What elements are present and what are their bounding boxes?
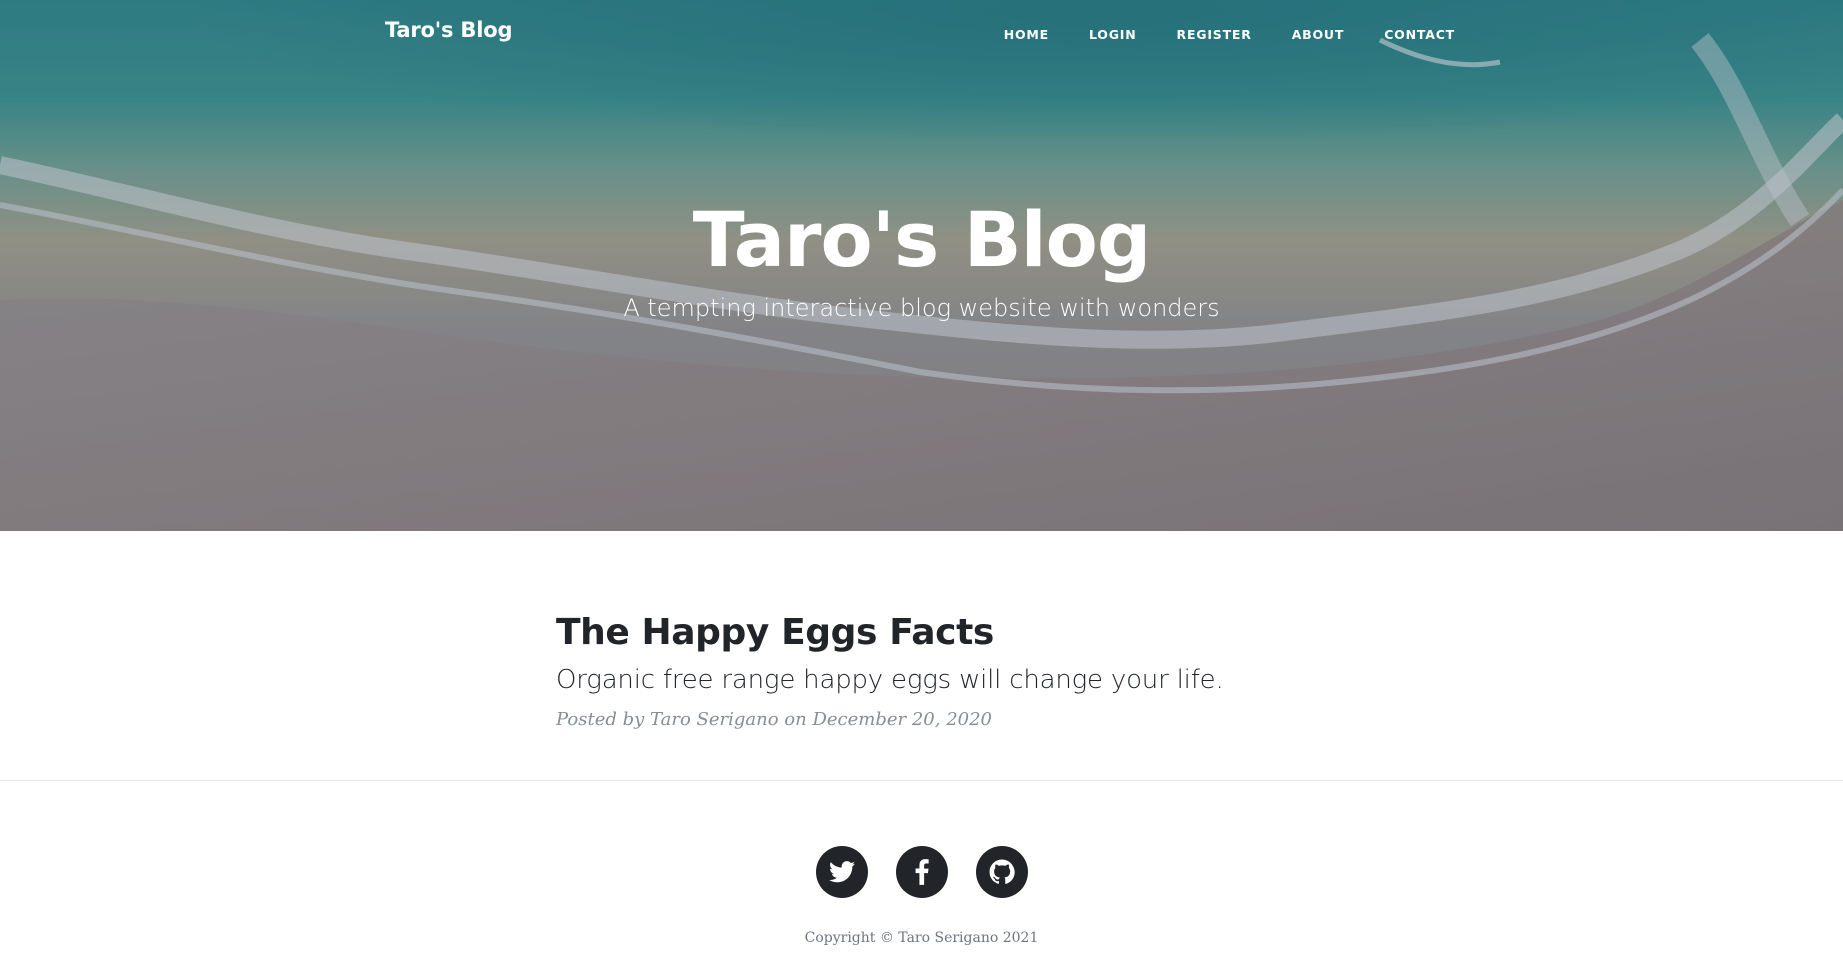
social-item-twitter <box>815 846 868 898</box>
nav-item-home: Home <box>1004 24 1049 43</box>
twitter-icon <box>828 861 855 883</box>
nav-links: Home Login Register About Contact <box>964 24 1455 43</box>
post-author-link[interactable]: Taro Serigano <box>650 709 779 730</box>
nav-link-about[interactable]: About <box>1292 27 1345 42</box>
hero-title: Taro's Blog <box>692 195 1152 284</box>
nav-item-about: About <box>1292 24 1345 43</box>
footer: Copyright © Taro Serigano 2021 <box>0 846 1843 946</box>
social-item-facebook <box>895 846 948 898</box>
social-links <box>0 846 1843 898</box>
facebook-icon <box>915 859 929 885</box>
meta-prefix: Posted by <box>556 709 645 730</box>
social-item-github <box>975 846 1028 898</box>
post-date: December 20, 2020 <box>812 709 992 730</box>
nav-link-home[interactable]: Home <box>1004 27 1049 42</box>
blog-page: Taro's Blog Home Login Register About Co… <box>0 0 1843 975</box>
hero-subtitle: A tempting interactive blog website with… <box>623 293 1220 322</box>
nav-link-register[interactable]: Register <box>1177 27 1252 42</box>
site-heading: Taro's Blog A tempting interactive blog … <box>0 200 1843 322</box>
nav-link-login[interactable]: Login <box>1089 27 1137 42</box>
nav-item-login: Login <box>1089 24 1137 43</box>
copyright-text: Copyright © Taro Serigano 2021 <box>804 930 1039 946</box>
post-subtitle-link[interactable]: Organic free range happy eggs will chang… <box>556 665 1376 695</box>
masthead: Taro's Blog Home Login Register About Co… <box>0 0 1843 531</box>
meta-on: on <box>784 709 807 730</box>
nav-link-contact[interactable]: Contact <box>1384 27 1455 42</box>
facebook-button[interactable] <box>895 846 948 898</box>
post-title-link[interactable]: The Happy Eggs Facts <box>556 612 1376 653</box>
post-preview: The Happy Eggs Facts Organic free range … <box>556 612 1376 730</box>
nav-item-register: Register <box>1177 24 1252 43</box>
nav-item-contact: Contact <box>1384 24 1455 43</box>
github-button[interactable] <box>975 846 1028 898</box>
post-meta: Posted by Taro Serigano on December 20, … <box>556 709 1376 730</box>
navbar-brand[interactable]: Taro's Blog <box>385 18 512 42</box>
twitter-button[interactable] <box>815 846 868 898</box>
content-divider <box>0 780 1843 781</box>
github-icon <box>989 859 1015 884</box>
main-navbar: Taro's Blog Home Login Register About Co… <box>0 0 1843 64</box>
